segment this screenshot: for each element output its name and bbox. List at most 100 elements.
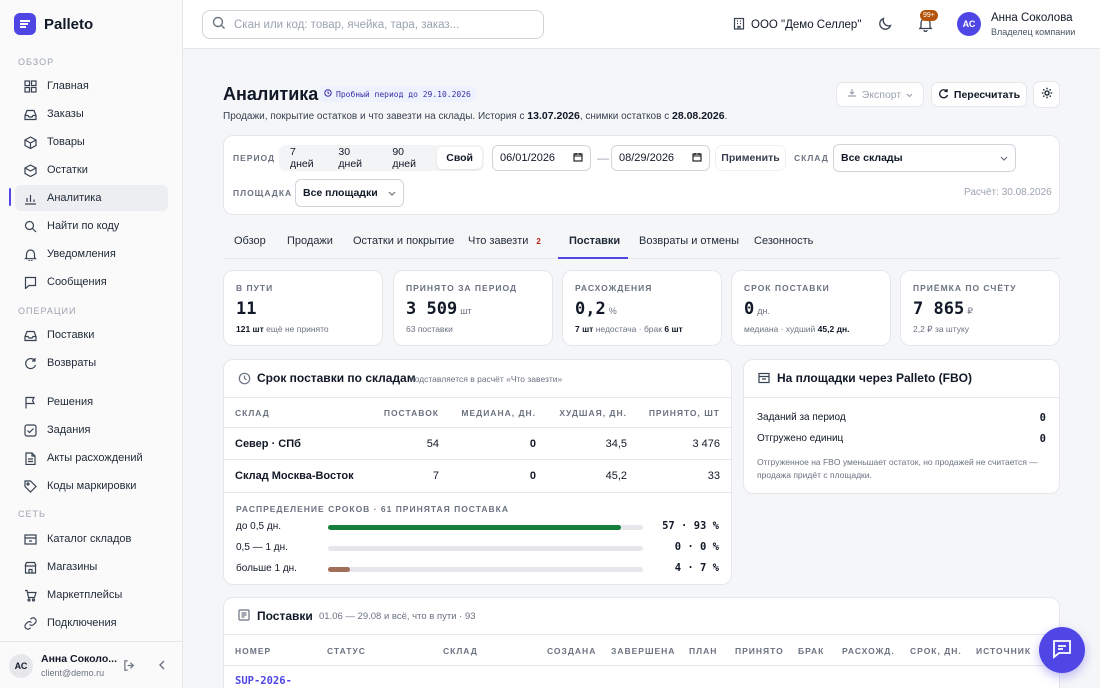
sidebar-item[interactable]: Коды маркировки (15, 473, 168, 499)
chat-button[interactable] (1039, 627, 1085, 673)
tab[interactable]: Продажи (287, 235, 333, 247)
sidebar-item[interactable]: Возвраты (15, 350, 168, 376)
sidebar-item[interactable]: Подключения (15, 610, 168, 636)
moon-icon[interactable] (878, 16, 893, 34)
period-option[interactable]: Свой (437, 147, 483, 169)
logout-icon[interactable] (123, 659, 136, 675)
sidebar-item-label: Задания (47, 424, 91, 436)
apply-button[interactable]: Применить (715, 145, 786, 171)
column-header[interactable]: СРОК, ДН. (910, 646, 962, 656)
user-avatar[interactable]: АС (957, 12, 981, 36)
period-option[interactable]: 90 дней (383, 146, 437, 170)
tab[interactable]: Что завезти 2 (468, 235, 541, 247)
tab[interactable]: Возвраты и отмены (639, 235, 739, 247)
user-name[interactable]: Анна Соколова (991, 12, 1073, 24)
sidebar-item[interactable]: Маркетплейсы (15, 582, 168, 608)
kpi-sub-text: недостача · брак (595, 324, 662, 334)
distribution-count: 57 (662, 520, 675, 532)
sidebar-item[interactable]: Акты расхождений (15, 445, 168, 471)
sidebar-item[interactable]: Аналитика (15, 185, 168, 211)
distribution-label: больше 1 дн. (236, 563, 297, 574)
history-date: 13.07.2026 (527, 110, 580, 122)
tab[interactable]: Поставки (569, 235, 620, 247)
date-from-value: 06/01/2026 (500, 152, 556, 164)
sidebar-item-label: Поставки (47, 329, 95, 341)
bar-chart-icon (24, 192, 37, 205)
column-header[interactable]: СТАТУС (327, 646, 366, 656)
sidebar-item-label: Сообщения (47, 276, 107, 288)
column-header: ПРИНЯТО, ШТ (648, 408, 720, 418)
platform-value: Все площадки (303, 187, 378, 199)
divider (224, 665, 1059, 666)
distribution-value: 0 · 0 % (674, 541, 719, 553)
table-cell: 33 (707, 470, 720, 482)
column-header[interactable]: ЗАВЕРШЕНА (611, 646, 675, 656)
sidebar-item[interactable]: Остатки (15, 157, 168, 183)
sidebar-item[interactable]: Задания (15, 417, 168, 443)
date-to-input[interactable]: 08/29/2026 (611, 145, 710, 171)
column-header[interactable]: ИСТОЧНИК (976, 646, 1031, 656)
export-label: Экспорт (861, 88, 902, 101)
column-header[interactable]: ПЛАН (689, 646, 717, 656)
app-name: Palleto (44, 15, 94, 33)
inbox-icon (24, 329, 37, 342)
column-header[interactable]: СКЛАД (443, 646, 478, 656)
company-switcher[interactable]: ООО "Демо Селлер" (733, 17, 861, 33)
sidebar-item[interactable]: Уведомления (15, 241, 168, 267)
calendar-icon[interactable] (573, 152, 583, 165)
page-title: Аналитика (223, 84, 319, 104)
column-header[interactable]: СОЗДАНА (547, 646, 596, 656)
column-header[interactable]: ПРИНЯТО (735, 646, 784, 656)
export-button[interactable]: Экспорт (836, 82, 924, 107)
chevron-down-icon (388, 187, 396, 199)
inbox-icon (24, 108, 37, 121)
sidebar-item[interactable]: Заказы (15, 101, 168, 127)
distribution-label: до 0,5 дн. (236, 521, 281, 532)
search-box[interactable] (202, 10, 544, 39)
app-logo[interactable]: Palleto (14, 13, 93, 35)
file-icon (24, 451, 37, 465)
cart-icon (24, 589, 37, 602)
column-header: ПОСТАВОК (383, 408, 439, 418)
chevron-down-icon (1000, 152, 1008, 164)
check-icon (24, 423, 37, 437)
sidebar-item[interactable]: Товары (15, 129, 168, 155)
sidebar-item-label: Товары (47, 136, 85, 148)
section-overview: ОБЗОР (18, 57, 55, 67)
sidebar-item[interactable]: Каталог складов (15, 526, 168, 552)
sidebar-item[interactable]: Магазины (15, 554, 168, 580)
column-header[interactable]: РАСХОЖД. (842, 646, 895, 656)
recalculate-button[interactable]: Пересчитать (931, 82, 1027, 107)
warehouse-select[interactable]: Все склады (833, 144, 1016, 172)
search-icon (24, 220, 37, 233)
collapse-sidebar-icon[interactable] (158, 659, 167, 674)
period-option[interactable]: 7 дней (281, 146, 329, 170)
sidebar-user-email: client@demo.ru (41, 668, 105, 678)
sidebar-item[interactable]: Поставки (15, 322, 168, 348)
sidebar-item[interactable]: Сообщения (15, 269, 168, 295)
tab[interactable]: Сезонность (754, 235, 813, 247)
platform-select[interactable]: Все площадки (295, 179, 404, 207)
kpi-value: 11 (236, 299, 257, 319)
sidebar-item[interactable]: Главная (15, 73, 168, 99)
date-from-input[interactable]: 06/01/2026 (492, 145, 591, 171)
sidebar-item[interactable]: Решения (15, 389, 168, 415)
sidebar-user: АС Анна Соколо... client@demo.ru (0, 641, 183, 688)
supply-number-link[interactable]: SUP-2026- (235, 675, 292, 687)
box-icon (24, 135, 37, 149)
tab[interactable]: Обзор (234, 235, 266, 247)
column-header[interactable]: БРАК (798, 646, 824, 656)
avatar[interactable]: АС (9, 654, 33, 678)
kpi-label: ПРИНЯТО ЗА ПЕРИОД (406, 283, 518, 293)
settings-button[interactable] (1033, 81, 1060, 108)
calendar-icon[interactable] (692, 152, 702, 165)
search-input[interactable] (234, 18, 524, 31)
period-option[interactable]: 30 дней (329, 146, 383, 170)
tab[interactable]: Остатки и покрытие (353, 235, 454, 247)
sidebar-item-label: Коды маркировки (47, 480, 137, 492)
column-header[interactable]: НОМЕР (235, 646, 271, 656)
sidebar-item[interactable]: Найти по коду (15, 213, 168, 239)
list-icon (238, 609, 250, 624)
tab-label: Поставки (569, 235, 621, 247)
tab-label: Остатки и покрытие (353, 235, 455, 247)
